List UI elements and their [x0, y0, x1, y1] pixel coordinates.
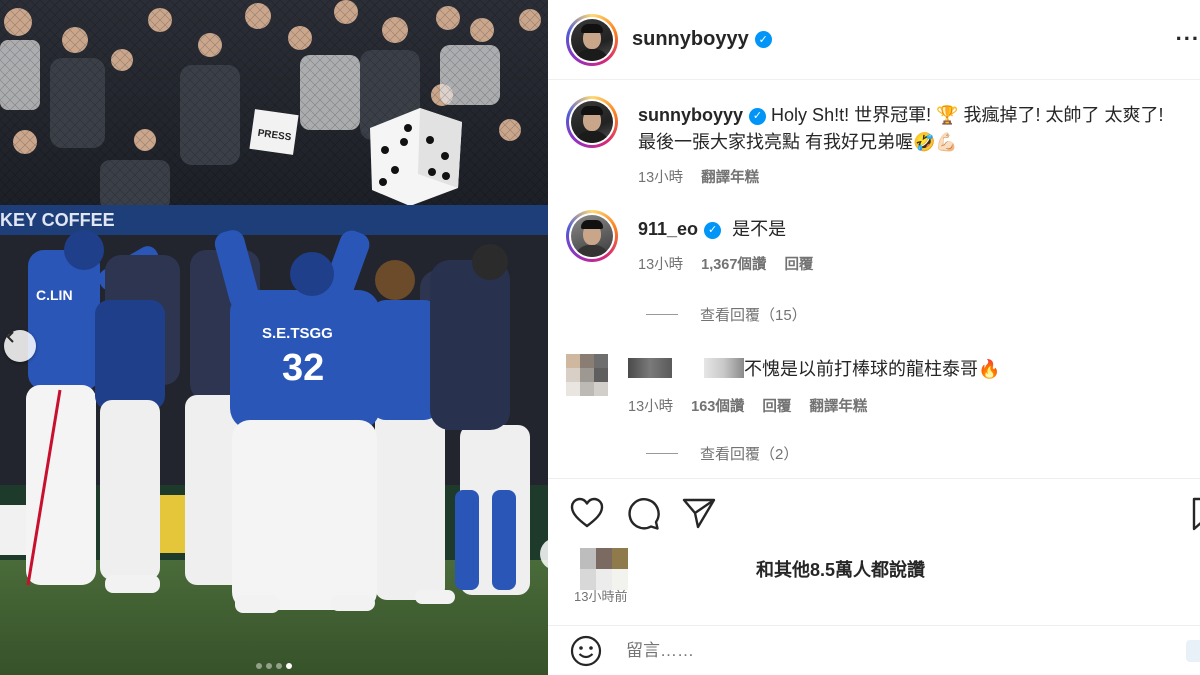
- view-replies-button[interactable]: 查看回覆（15）: [646, 304, 807, 325]
- action-bar: [548, 478, 1200, 548]
- commenter-username[interactable]: 911_eo: [638, 219, 698, 239]
- caption-username[interactable]: sunnyboyyy: [638, 105, 743, 125]
- view-replies-label: 查看回覆（2）: [700, 446, 799, 463]
- comment: 911_eo ✓ 是不是 13小時 1,367個讚 回覆: [566, 210, 813, 274]
- svg-text:C.LIN: C.LIN: [36, 287, 73, 303]
- view-replies-label: 查看回覆（15）: [700, 307, 807, 324]
- post-panel: sunnyboyyy ✓ ... sunnyboyyy ✓ Holy Sh!t! …: [548, 0, 1200, 675]
- comment-time[interactable]: 13小時: [628, 395, 673, 416]
- comment: 不愧是以前打棒球的龍柱泰哥🔥 13小時 163個讚 回覆 翻譯年糕: [566, 354, 1000, 416]
- bookmark-icon[interactable]: [1192, 497, 1200, 531]
- likes-summary[interactable]: 和其他8.5萬人都說讚: [580, 548, 925, 590]
- heart-icon[interactable]: [570, 497, 604, 529]
- liker-avatars: [580, 548, 644, 590]
- author-avatar[interactable]: [566, 13, 618, 66]
- post-comment-button[interactable]: [1186, 640, 1200, 662]
- verified-badge-icon: ✓: [704, 222, 722, 239]
- comment-likes[interactable]: 1,367個讚: [701, 253, 766, 274]
- caption-text-line2: 最後一張大家找亮點 有我好兄弟喔🤣💪🏻: [638, 132, 958, 152]
- post-header: sunnyboyyy ✓ ...: [548, 0, 1200, 80]
- jersey-number: 32: [282, 347, 324, 389]
- comment-input[interactable]: [626, 640, 1146, 661]
- comment-time[interactable]: 13小時: [638, 253, 683, 274]
- emoji-icon[interactable]: [570, 635, 602, 667]
- post-time[interactable]: 13小時前: [574, 586, 627, 605]
- reply-button[interactable]: 回覆: [762, 395, 791, 416]
- reply-button[interactable]: 回覆: [784, 253, 813, 274]
- comment-icon[interactable]: [626, 497, 660, 531]
- view-replies-button[interactable]: 查看回覆（2）: [646, 443, 798, 464]
- verified-badge-icon: ✓: [749, 108, 767, 125]
- more-options-icon[interactable]: ...: [1176, 20, 1200, 46]
- player-32: S.E.TSGG 32: [214, 230, 380, 610]
- translate-link[interactable]: 翻譯年糕: [701, 166, 759, 187]
- comment-text: 是不是: [732, 219, 787, 239]
- commenter-avatar[interactable]: [566, 210, 618, 262]
- commenter-avatar[interactable]: [566, 354, 608, 396]
- caption: sunnyboyyy ✓ Holy Sh!t! 世界冠軍! 🏆 我瘋掉了! 太帥了…: [566, 96, 1164, 187]
- post-photo[interactable]: PRESS KEY COFFEE C.LIN S.E.TSGG 32: [0, 0, 548, 675]
- blurred-username[interactable]: [628, 358, 672, 378]
- translate-link[interactable]: 翻譯年糕: [809, 395, 867, 416]
- caption-text-line1: Holy Sh!t! 世界冠軍! 🏆 我瘋掉了! 太帥了 太爽了!: [771, 105, 1164, 125]
- likes-text[interactable]: 和其他8.5萬人都說讚: [756, 556, 925, 582]
- banner-text: KEY COFFEE: [0, 210, 115, 230]
- carousel-prev-button[interactable]: [4, 330, 36, 362]
- carousel-dot: [256, 663, 262, 669]
- jersey-name: S.E.TSGG: [262, 325, 333, 342]
- carousel-dot: [276, 663, 282, 669]
- comment-likes[interactable]: 163個讚: [691, 395, 744, 416]
- comment-text: 不愧是以前打棒球的龍柱泰哥🔥: [744, 359, 1001, 379]
- chevron-left-icon: [6, 331, 14, 343]
- send-icon[interactable]: [682, 497, 716, 529]
- carousel-dot: [266, 663, 272, 669]
- author-username[interactable]: sunnyboyyy: [632, 28, 749, 51]
- caption-time[interactable]: 13小時: [638, 166, 683, 187]
- baseball-celebration-photo: PRESS KEY COFFEE C.LIN S.E.TSGG 32: [0, 0, 548, 675]
- comment-bar: [548, 625, 1200, 675]
- dice: [370, 108, 462, 206]
- caption-avatar[interactable]: [566, 96, 618, 148]
- verified-badge-icon: ✓: [754, 31, 772, 48]
- carousel-indicator: [0, 663, 548, 669]
- carousel-dot-active: [286, 663, 292, 669]
